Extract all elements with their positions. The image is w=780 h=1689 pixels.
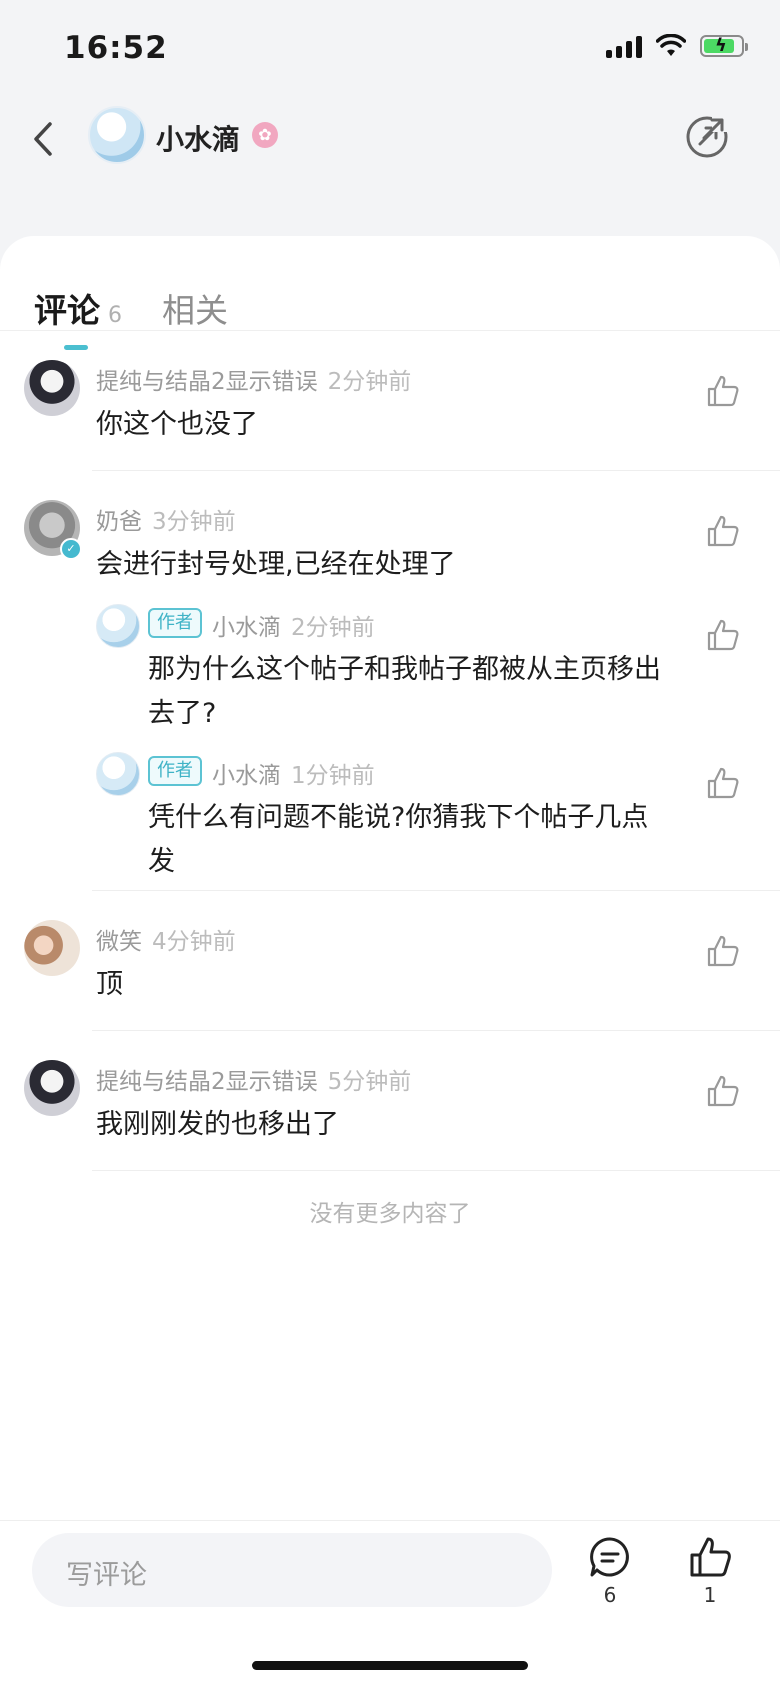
avatar[interactable] <box>96 604 140 648</box>
divider <box>92 1030 780 1031</box>
tab-divider <box>0 330 780 331</box>
author-badge-icon: ✿ <box>252 122 278 148</box>
comment-time: 3分钟前 <box>152 509 236 535</box>
tab-active-indicator <box>64 345 88 350</box>
no-more-content: 没有更多内容了 <box>309 1201 471 1227</box>
divider <box>92 890 780 891</box>
status-icons: ϟ <box>606 34 748 58</box>
comment-text: 你这个也没了 <box>96 409 258 440</box>
like-count: 1 <box>703 1583 717 1607</box>
reply-time: 1分钟前 <box>291 763 375 789</box>
comment-username[interactable]: 奶爸 <box>96 509 142 535</box>
share-icon[interactable] <box>684 114 730 160</box>
reply-meta: 小水滴 2分钟前 <box>212 608 375 642</box>
reply-username[interactable]: 小水滴 <box>212 615 281 641</box>
comment-meta: 微笑 4分钟前 <box>96 922 236 956</box>
divider <box>92 470 780 471</box>
comment-text: 顶 <box>96 969 123 1000</box>
comments-card: 评论 6 相关 提纯与结晶2显示错误 2分钟前 你这个也没了 ✓ 奶爸 3分钟前 会进… <box>0 236 780 1688</box>
cellular-signal-icon <box>606 34 642 58</box>
status-time: 16:52 <box>64 30 168 66</box>
verified-icon: ✓ <box>60 538 82 560</box>
comment-input[interactable]: 写评论 <box>32 1533 552 1607</box>
tab-comments-label: 评论 <box>34 291 100 330</box>
thumbs-up-icon[interactable] <box>706 514 740 548</box>
comment-input-placeholder: 写评论 <box>66 1560 147 1591</box>
comment-meta: 提纯与结晶2显示错误 5分钟前 <box>96 1062 411 1096</box>
author-tag: 作者 <box>148 756 202 786</box>
tab-related[interactable]: 相关 <box>162 284 228 332</box>
tab-comments[interactable]: 评论 6 <box>34 284 122 350</box>
comment-username[interactable]: 提纯与结晶2显示错误 <box>96 369 318 395</box>
comment-time: 5分钟前 <box>327 1069 412 1095</box>
status-bar: 16:52 ϟ <box>0 0 780 100</box>
divider <box>92 1170 780 1171</box>
wifi-icon <box>656 34 686 56</box>
bottom-action-bar: 写评论 6 1 <box>0 1520 780 1689</box>
comment-username[interactable]: 微笑 <box>96 929 142 955</box>
tab-bar: 评论 6 相关 <box>34 272 228 350</box>
tab-comments-count: 6 <box>108 303 122 328</box>
comment-time: 4分钟前 <box>152 929 236 955</box>
battery-icon: ϟ <box>700 35 748 57</box>
avatar[interactable] <box>24 920 80 976</box>
back-icon[interactable] <box>26 114 66 164</box>
home-indicator <box>252 1661 528 1670</box>
comment-username[interactable]: 提纯与结晶2显示错误 <box>96 1069 318 1095</box>
avatar[interactable] <box>96 752 140 796</box>
comment-text: 我刚刚发的也移出了 <box>96 1109 339 1140</box>
reply-text: 那为什么这个帖子和我帖子都被从主页移出去了? <box>148 654 661 729</box>
thumbs-up-icon[interactable] <box>706 766 740 800</box>
thumbs-up-icon[interactable] <box>706 934 740 968</box>
thumbs-up-icon[interactable] <box>706 1074 740 1108</box>
like-icon[interactable] <box>688 1535 732 1579</box>
author-name[interactable]: 小水滴 <box>156 118 240 158</box>
comment-time: 2分钟前 <box>327 369 412 395</box>
author-tag: 作者 <box>148 608 202 638</box>
reply-text: 凭什么有问题不能说?你猜我下个帖子几点发 <box>148 802 649 877</box>
reply-username[interactable]: 小水滴 <box>212 763 281 789</box>
post-header: 小水滴 ✿ <box>0 100 780 210</box>
comment-meta: 提纯与结晶2显示错误 2分钟前 <box>96 362 411 396</box>
comment-icon[interactable] <box>588 1535 632 1579</box>
thumbs-up-icon[interactable] <box>706 618 740 652</box>
reply-meta: 小水滴 1分钟前 <box>212 756 375 790</box>
avatar[interactable] <box>24 360 80 416</box>
comment-meta: 奶爸 3分钟前 <box>96 502 236 536</box>
comment-text: 会进行封号处理,已经在处理了 <box>96 549 456 580</box>
reply-time: 2分钟前 <box>291 615 375 641</box>
thumbs-up-icon[interactable] <box>706 374 740 408</box>
avatar[interactable] <box>24 1060 80 1116</box>
comment-count: 6 <box>603 1583 617 1607</box>
author-avatar[interactable] <box>88 106 146 164</box>
